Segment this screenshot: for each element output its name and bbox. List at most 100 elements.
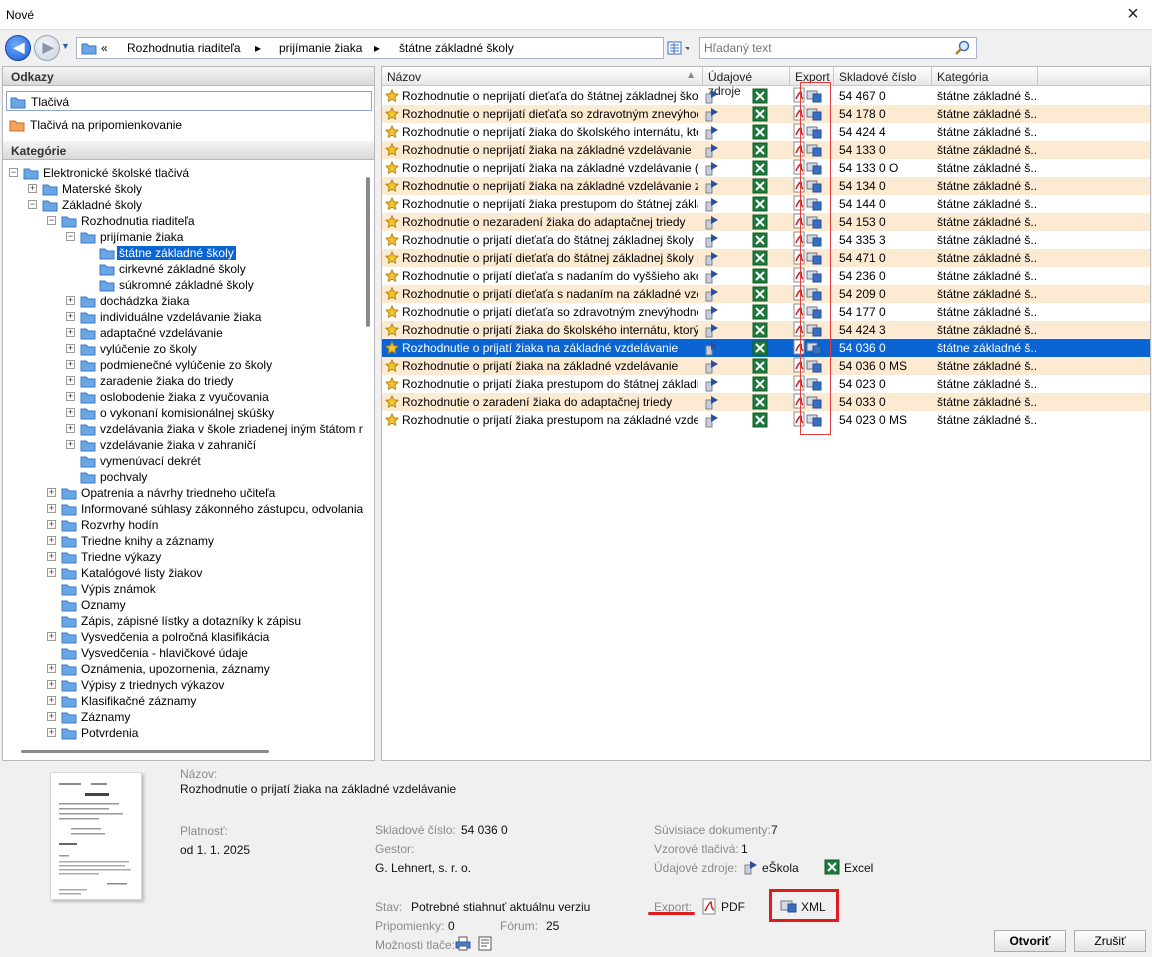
favorite-star-icon[interactable] [385,341,399,355]
eskola-source-icon[interactable] [704,106,720,122]
excel-source-icon[interactable] [752,394,768,410]
cancel-button[interactable]: Zrušiť [1074,930,1146,952]
table-row[interactable]: Rozhodnutie o prijatí žiaka na základné … [382,338,1150,358]
table-row[interactable]: Rozhodnutie o neprijatí dieťaťa do štátn… [382,87,1150,105]
form-preview-thumbnail[interactable] [50,772,142,900]
eskola-source-icon[interactable] [704,232,720,248]
open-button[interactable]: Otvoriť [994,930,1066,952]
collapse-icon[interactable]: − [28,200,37,209]
eskola-source-icon[interactable] [704,286,720,302]
printer-icon[interactable] [455,936,471,951]
expand-icon[interactable]: + [47,488,56,497]
forward-button[interactable]: ▶ [34,35,60,61]
favorite-star-icon[interactable] [385,107,399,121]
favorite-star-icon[interactable] [385,125,399,139]
export-pdf-link[interactable]: PDF [721,900,745,914]
eskola-source-icon[interactable] [704,88,720,104]
expand-icon[interactable]: + [66,360,75,369]
table-row[interactable]: Rozhodnutie o prijatí žiaka prestupom na… [382,411,1150,429]
favorite-star-icon[interactable] [385,197,399,211]
table-row[interactable]: Rozhodnutie o prijatí dieťaťa s nadaním … [382,285,1150,303]
table-row[interactable]: Rozhodnutie o prijatí dieťaťa do štátnej… [382,249,1150,267]
expand-icon[interactable]: + [47,680,56,689]
table-row[interactable]: Rozhodnutie o neprijatí žiaka prestupom … [382,195,1150,213]
eskola-source-icon[interactable] [704,394,720,410]
back-button[interactable]: ◀ [5,35,31,61]
link-tlaciva[interactable]: Tlačivá [6,91,372,111]
breadcrumb-separator[interactable]: ▸ [374,41,380,55]
table-row[interactable]: Rozhodnutie o prijatí dieťaťa do štátnej… [382,231,1150,249]
excel-source-icon[interactable] [752,196,768,212]
expand-icon[interactable]: + [28,184,37,193]
expand-icon[interactable]: + [66,440,75,449]
expand-icon[interactable]: + [66,376,75,385]
eskola-source-icon[interactable] [704,214,720,230]
collapse-icon[interactable]: − [47,216,56,225]
table-row[interactable]: Rozhodnutie o neprijatí žiaka do školské… [382,123,1150,141]
breadcrumb-item[interactable]: štátne základné školy [399,41,514,55]
eskola-source-icon[interactable] [704,412,720,428]
excel-source-icon[interactable] [752,160,768,176]
search-input[interactable] [704,39,944,57]
expand-icon[interactable]: + [47,696,56,705]
eskola-source-icon[interactable] [704,160,720,176]
expand-icon[interactable]: + [47,712,56,721]
collapse-icon[interactable]: − [9,168,18,177]
expand-icon[interactable]: + [47,552,56,561]
search-box[interactable] [699,37,977,59]
table-row[interactable]: Rozhodnutie o neprijatí dieťaťa so zdrav… [382,105,1150,123]
link-tlaciva-pripomienkovanie[interactable]: Tlačivá na pripomienkovanie [6,115,372,135]
favorite-star-icon[interactable] [385,233,399,247]
expand-icon[interactable]: + [66,344,75,353]
expand-icon[interactable]: + [47,520,56,529]
expand-icon[interactable]: + [66,328,75,337]
eskola-source-icon[interactable] [704,376,720,392]
expand-icon[interactable]: + [47,536,56,545]
excel-source-icon[interactable] [752,178,768,194]
favorite-star-icon[interactable] [385,413,399,427]
eskola-source-icon[interactable] [704,358,720,374]
breadcrumb-overflow[interactable]: « [101,41,108,55]
table-row[interactable]: Rozhodnutie o prijatí dieťaťa so zdravot… [382,303,1150,321]
tree-horizontal-scrollbar[interactable] [21,750,269,753]
expand-icon[interactable]: + [66,392,75,401]
print-preview-icon[interactable] [478,936,492,951]
favorite-star-icon[interactable] [385,305,399,319]
breadcrumb-item[interactable]: Rozhodnutia riaditeľa [127,41,241,55]
eskola-source-icon[interactable] [704,322,720,338]
excel-source-icon[interactable] [752,322,768,338]
favorite-star-icon[interactable] [385,395,399,409]
eskola-source-icon[interactable] [704,196,720,212]
excel-source-icon[interactable] [752,250,768,266]
excel-source-icon[interactable] [752,358,768,374]
expand-icon[interactable]: + [47,728,56,737]
search-icon[interactable] [954,40,972,56]
favorite-star-icon[interactable] [385,215,399,229]
source-excel[interactable]: Excel [844,861,873,875]
eskola-source-icon[interactable] [704,268,720,284]
comments-value[interactable]: 0 [448,919,455,933]
excel-source-icon[interactable] [752,286,768,302]
favorite-star-icon[interactable] [385,251,399,265]
breadcrumb-item[interactable]: prijímanie žiaka [279,41,362,55]
column-header-stock-number[interactable]: Skladové číslo [834,67,932,86]
favorite-star-icon[interactable] [385,377,399,391]
expand-icon[interactable]: + [66,312,75,321]
table-row[interactable]: Rozhodnutie o prijatí žiaka prestupom do… [382,375,1150,393]
eskola-source-icon[interactable] [704,304,720,320]
sample-forms-value[interactable]: 1 [741,842,748,856]
excel-source-icon[interactable] [752,268,768,284]
source-eskola[interactable]: eŠkola [762,861,799,875]
favorite-star-icon[interactable] [385,359,399,373]
table-row[interactable]: Rozhodnutie o neprijatí žiaka na základn… [382,141,1150,159]
table-row[interactable]: Rozhodnutie o prijatí žiaka na základné … [382,357,1150,375]
eskola-source-icon[interactable] [704,142,720,158]
expand-icon[interactable]: + [47,664,56,673]
table-row[interactable]: Rozhodnutie o nezaradení žiaka do adapta… [382,213,1150,231]
favorite-star-icon[interactable] [385,287,399,301]
favorite-star-icon[interactable] [385,143,399,157]
excel-source-icon[interactable] [752,142,768,158]
related-docs-value[interactable]: 7 [771,823,778,837]
excel-source-icon[interactable] [752,412,768,428]
forms-grid[interactable]: Názov ▲ Údajové zdroje Export Skladové čí… [381,66,1151,761]
